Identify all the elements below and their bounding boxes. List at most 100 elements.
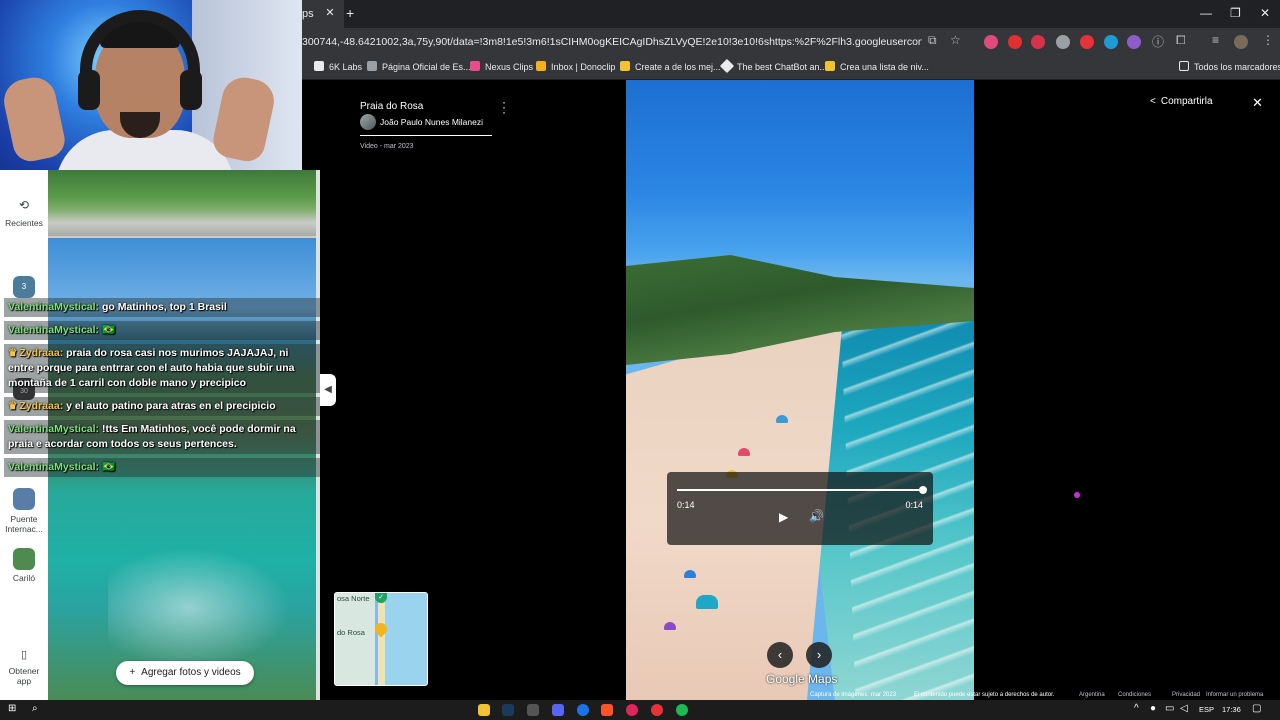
chat-username: Zydraaa: (19, 347, 64, 359)
minimize-button[interactable]: — (1200, 6, 1212, 20)
url-field[interactable]: 300744,-48.6421002,3a,75y,90t/data=!3m8!… (302, 36, 922, 50)
minimap[interactable]: ✓ osa Norte do Rosa (334, 592, 428, 686)
app-icon[interactable] (626, 704, 638, 716)
discord-icon[interactable] (552, 704, 564, 716)
previous-media-button[interactable]: ‹ (767, 642, 793, 668)
minimap-label: do Rosa (337, 628, 365, 637)
extension-icon[interactable] (1104, 35, 1118, 49)
umbrella (738, 448, 750, 456)
recent-place-label[interactable]: Puente Internac... (0, 514, 48, 534)
surf-foam (108, 538, 308, 678)
menu-icon[interactable]: ⋮ (1262, 33, 1274, 47)
share-label: Compartirla (1160, 96, 1213, 107)
chat-username: ValentinaMystical: (8, 301, 100, 313)
browser-tab[interactable]: ps (302, 0, 344, 28)
bookmark-icon (620, 61, 630, 71)
language-indicator[interactable]: ESP (1199, 705, 1214, 714)
bookmark-item[interactable]: 6K Labs (314, 61, 362, 72)
chat-username: ValentinaMystical: (8, 324, 100, 336)
bookmark-star-icon[interactable]: ☆ (950, 33, 961, 47)
brave-icon[interactable] (601, 704, 613, 716)
microphone-icon[interactable]: ● (1150, 703, 1156, 714)
place-photo[interactable] (48, 170, 316, 236)
minimap-coast (379, 593, 385, 685)
bookmark-item[interactable]: Crea una lista de niv... (825, 61, 929, 72)
steam-icon[interactable] (502, 704, 514, 716)
progress-bar[interactable] (677, 489, 923, 491)
chat-message: ValentinaMystical: !tts Em Matinhos, voc… (4, 420, 320, 454)
app-icon[interactable] (651, 704, 663, 716)
progress-handle[interactable] (919, 486, 927, 494)
bookmark-item[interactable]: Create a de los mej... (620, 61, 721, 72)
chevron-left-icon: ◀ (324, 384, 332, 395)
close-viewer-icon[interactable]: ✕ (1252, 95, 1263, 111)
info-icon[interactable]: ⓘ (1152, 33, 1164, 50)
share-button[interactable]: < Compartirla (1150, 96, 1213, 107)
extension-icon[interactable] (1008, 35, 1022, 49)
screen: ps ✕ + — ❐ ✕ 300744,-48.6421002,3a,75y,9… (0, 0, 1280, 720)
extension-icon[interactable] (1031, 35, 1045, 49)
window-close-button[interactable]: ✕ (1260, 6, 1270, 20)
windows-start-icon[interactable]: ⊞ (8, 703, 16, 714)
report-problem-link[interactable]: Informar un problema (1206, 692, 1263, 698)
network-icon[interactable]: ▭ (1165, 703, 1174, 714)
bookmark-item[interactable]: Página Oficial de Es... (367, 61, 471, 72)
person-hand (0, 73, 68, 165)
headset-earcup (180, 70, 202, 110)
maximize-button[interactable]: ❐ (1230, 6, 1241, 20)
volume-icon[interactable]: 🔊 (809, 509, 824, 523)
terms-link[interactable]: Condiciones (1118, 692, 1151, 698)
cursor-highlight (1074, 492, 1080, 498)
chrome-icon[interactable] (577, 704, 589, 716)
extensions-puzzle-icon[interactable]: ⧠ (1176, 33, 1186, 48)
app-icon[interactable] (527, 704, 539, 716)
recent-place-thumbnail[interactable] (13, 488, 35, 510)
play-icon[interactable]: ▶ (779, 510, 788, 524)
minimap-road (375, 593, 378, 685)
clock[interactable]: 17:36 (1222, 705, 1241, 714)
tab-label: ps (302, 8, 314, 20)
speaker-icon[interactable]: ◁ (1180, 703, 1188, 714)
bookmark-item[interactable]: Nexus Clips (470, 61, 533, 72)
duration: 0:14 (905, 500, 923, 510)
spotify-icon[interactable] (676, 704, 688, 716)
author-name[interactable]: João Paulo Nunes Milanezi (380, 117, 483, 127)
reading-list-icon[interactable]: ≡ (1212, 33, 1219, 47)
chat-message: ♛ Zydraaa: y el auto patino para atras en… (4, 397, 320, 416)
extension-icon[interactable] (984, 35, 998, 49)
extension-icon[interactable] (1080, 35, 1094, 49)
recent-place-label[interactable]: Cariló (0, 573, 48, 583)
phone-icon[interactable]: ▯ (0, 648, 48, 661)
file-explorer-icon[interactable] (478, 704, 490, 716)
add-photos-button[interactable]: + Agregar fotos y videos (116, 661, 254, 685)
author-underline (360, 135, 492, 136)
collapse-panel-button[interactable]: ◀ (320, 374, 336, 406)
minimap-label: osa Norte (337, 594, 370, 603)
new-tab-button[interactable]: + (346, 5, 354, 21)
extension-icon[interactable] (1127, 35, 1141, 49)
tab-close-icon[interactable]: ✕ (324, 6, 336, 20)
more-options-button[interactable]: · · · (500, 96, 508, 118)
share-icon: < (1150, 96, 1156, 107)
author-avatar[interactable] (360, 114, 376, 130)
copyright-notice: El contenido puede estar sujeto a derech… (914, 692, 1055, 698)
history-icon[interactable]: ⟲ (0, 198, 48, 212)
chat-message: ValentinaMystical: 🇧🇷 (4, 321, 320, 340)
recent-place-thumbnail[interactable] (13, 548, 35, 570)
next-media-button[interactable]: › (806, 642, 832, 668)
country-link[interactable]: Argentina (1079, 692, 1105, 698)
add-photos-label: Agregar fotos y videos (141, 667, 241, 678)
profile-avatar[interactable] (1234, 35, 1248, 49)
install-app-icon[interactable]: ⧉ (928, 33, 937, 48)
all-bookmarks-folder[interactable]: Todos los marcadores (1179, 61, 1280, 72)
extension-icon[interactable] (1056, 35, 1070, 49)
notifications-icon[interactable]: ▢ (1252, 703, 1261, 714)
bookmark-item[interactable]: Inbox | Donoclip (536, 61, 615, 72)
video-player[interactable] (626, 80, 974, 700)
chevron-up-icon[interactable]: ^ (1134, 703, 1139, 714)
bookmark-item[interactable]: The best ChatBot an... (719, 58, 827, 74)
get-app-label[interactable]: Obtener app (0, 666, 48, 686)
search-icon[interactable]: ⌕ (32, 703, 38, 714)
privacy-link[interactable]: Privacidad (1172, 692, 1200, 698)
recents-label[interactable]: Recientes (0, 218, 48, 228)
